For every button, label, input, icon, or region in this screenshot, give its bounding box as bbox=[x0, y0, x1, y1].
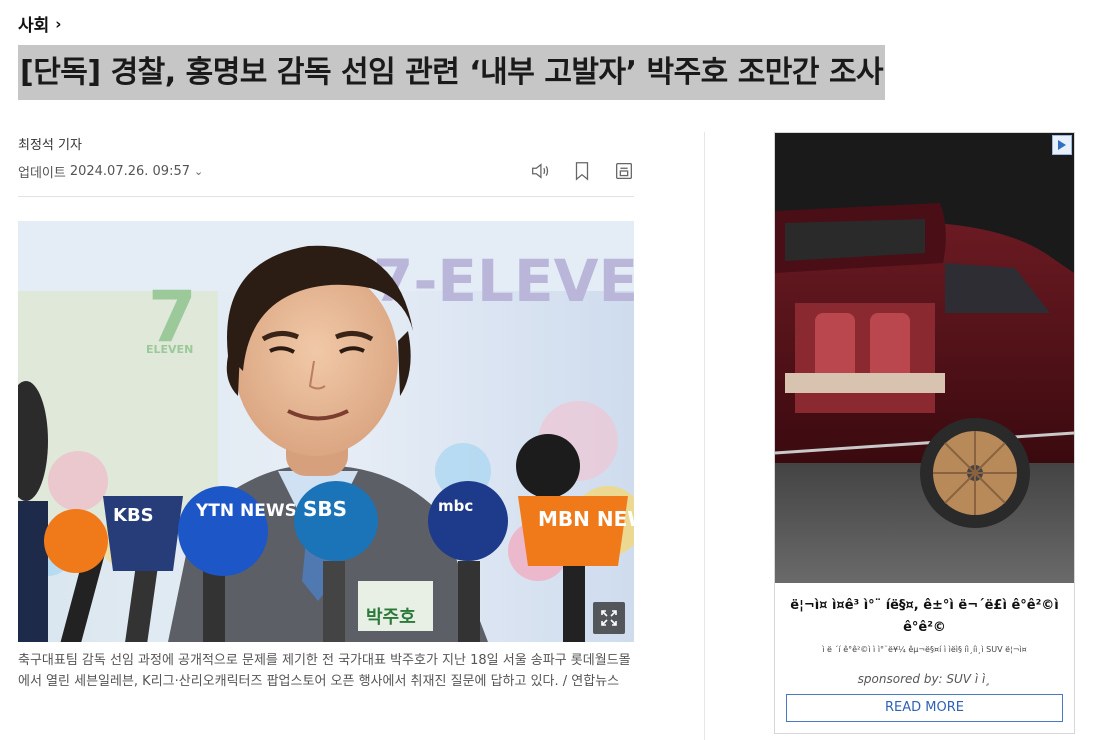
advertisement[interactable]: ë¦¬ì¤ ì¤ê³ ì°¨ íë§¤, ê±°ì ë¬´ë£ì ê°ê²©ì … bbox=[774, 132, 1075, 734]
backdrop-text: 7-ELEVE bbox=[373, 247, 634, 315]
ad-headline[interactable]: ë¦¬ì¤ ì¤ê³ ì°¨ íë§¤, ê±°ì ë¬´ë£ì ê°ê²©ì … bbox=[785, 595, 1064, 639]
section-link[interactable]: 사회 › bbox=[18, 11, 62, 37]
article-toolbar bbox=[528, 158, 636, 184]
mbn-logo: MBN NEWS bbox=[538, 507, 634, 531]
adchoices-icon[interactable] bbox=[1052, 135, 1072, 155]
mbc-logo: mbc bbox=[438, 497, 473, 515]
kbs-logo: KBS bbox=[113, 505, 154, 526]
column-divider bbox=[704, 132, 705, 740]
expand-icon[interactable] bbox=[593, 602, 625, 634]
header-divider bbox=[18, 196, 634, 197]
photo-caption: 축구대표팀 감독 선임 과정에 공개적으로 문제를 제기한 전 국가대표 박주호… bbox=[18, 653, 631, 689]
update-label: 업데이트 bbox=[18, 166, 66, 181]
article-photo[interactable]: 7 ELEVEN 7-ELEVE KBS YTN NEWS SBS 박주호 mb… bbox=[18, 221, 634, 642]
reporter-byline[interactable]: 최정석 기자 bbox=[18, 134, 82, 153]
section-label: 사회 bbox=[18, 16, 50, 36]
print-icon[interactable] bbox=[612, 158, 636, 184]
chevron-down-icon[interactable]: ⌄ bbox=[194, 165, 203, 178]
update-info: 업데이트 2024.07.26. 09:57 ⌄ bbox=[18, 162, 203, 181]
ad-description: ì ë ´í ê°ê²©ì ì ì°¨ë¥¼ êµ¬ë§¤í ì ìëì§ íì… bbox=[822, 645, 1027, 654]
store-logo-sub: ELEVEN bbox=[146, 343, 193, 356]
bookmark-icon[interactable] bbox=[570, 158, 594, 184]
ad-image[interactable] bbox=[775, 133, 1074, 583]
ytn-logo: YTN NEWS bbox=[195, 501, 297, 521]
update-time: 2024.07.26. 09:57 bbox=[69, 164, 191, 179]
ad-sponsor: sponsored by: SUV ì ì¸ bbox=[857, 672, 992, 686]
speaker-icon[interactable] bbox=[528, 158, 552, 184]
read-more-button[interactable]: READ MORE bbox=[786, 694, 1063, 722]
chevron-right-icon: › bbox=[55, 14, 62, 33]
article-headline: [단독] 경찰, 홍명보 감독 선임 관련 ‘내부 고발자’ 박주호 조만간 조… bbox=[18, 45, 886, 100]
name-tag: 박주호 bbox=[366, 607, 416, 628]
sbs-logo: SBS bbox=[303, 497, 347, 521]
